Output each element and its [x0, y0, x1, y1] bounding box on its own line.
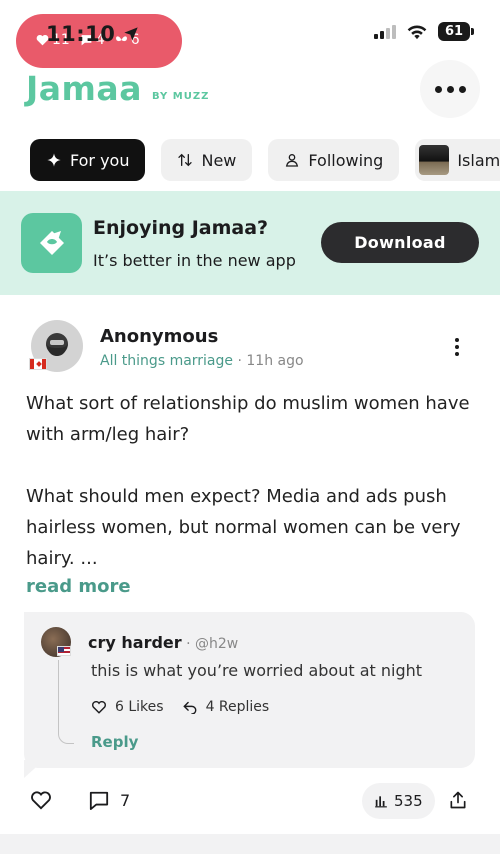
- reply-button[interactable]: Reply: [91, 733, 138, 751]
- post-category[interactable]: All things marriage: [100, 353, 233, 369]
- bar-chart-icon: [375, 796, 387, 808]
- reply-stats: 6 Likes 4 Replies: [91, 699, 269, 715]
- dot-icon: [458, 85, 466, 93]
- system-icons: 61: [374, 22, 474, 41]
- reply-arrow-icon: [182, 701, 196, 714]
- location-arrow-icon: [124, 27, 138, 41]
- reply-handle: @h2w: [195, 636, 239, 652]
- view-count: 535: [394, 792, 423, 810]
- tab-new[interactable]: New: [161, 139, 253, 181]
- feed-tabs: For you New Following Islam: [30, 139, 500, 181]
- reply-author[interactable]: cry harder · @h2w: [88, 633, 238, 652]
- reply-likes[interactable]: 6 Likes: [91, 699, 164, 715]
- like-button[interactable]: [30, 790, 52, 810]
- post-body[interactable]: What sort of relationship do muslim wome…: [26, 388, 476, 574]
- dot-icon: [455, 338, 459, 342]
- brand-name: Jamaa: [26, 69, 142, 108]
- post-actions: 7 535: [30, 783, 470, 819]
- wifi-icon: [407, 24, 427, 39]
- app-promo-banner: Enjoying Jamaa? It’s better in the new a…: [0, 191, 500, 295]
- dot-icon: [434, 85, 442, 93]
- post-paragraph: What should men expect? Media and ads pu…: [26, 486, 461, 569]
- brand-sub: BY MUZZ: [151, 91, 210, 102]
- post-menu-button[interactable]: [455, 338, 459, 356]
- banner-title: Enjoying Jamaa?: [93, 217, 269, 239]
- us-flag-icon: [57, 646, 71, 656]
- avatar[interactable]: [29, 320, 83, 372]
- share-button[interactable]: [448, 790, 468, 810]
- post-paragraph: What sort of relationship do muslim wome…: [26, 393, 470, 445]
- tab-for-you[interactable]: For you: [30, 139, 146, 181]
- dot-icon: [446, 85, 454, 93]
- read-more-link[interactable]: read more: [26, 576, 131, 597]
- clock: 11:10: [46, 22, 139, 46]
- battery-indicator: 61: [438, 22, 474, 41]
- post-author[interactable]: Anonymous: [100, 326, 218, 347]
- share-icon: [450, 791, 466, 809]
- kaaba-thumbnail: [419, 145, 450, 175]
- jamaa-app-icon: [21, 213, 82, 273]
- comment-outline-icon: [89, 791, 109, 810]
- post-meta: All things marriage · 11h ago: [100, 353, 304, 369]
- signal-icon: [374, 24, 396, 39]
- heart-outline-icon: [92, 700, 106, 714]
- canada-flag-icon: [29, 358, 47, 370]
- thread-line: [58, 660, 74, 744]
- heart-outline-icon: [31, 791, 51, 810]
- comment-count: 7: [120, 790, 131, 810]
- status-bar: 11 4 6 11:10 61: [0, 0, 500, 68]
- tab-following[interactable]: Following: [268, 139, 400, 181]
- more-options-button[interactable]: [420, 60, 480, 118]
- post-time: 11h ago: [246, 353, 304, 369]
- app-logo: Jamaa BY MUZZ: [26, 72, 209, 105]
- comment-button[interactable]: 7: [88, 790, 130, 810]
- person-icon: [286, 154, 299, 167]
- banner-subtitle: It’s better in the new app: [93, 251, 296, 270]
- feed-separator: [0, 834, 500, 854]
- download-button[interactable]: Download: [321, 222, 479, 263]
- tab-islam[interactable]: Islam: [415, 139, 500, 181]
- reply-text: this is what you’re worried about at nig…: [91, 661, 423, 680]
- sparkle-icon: [47, 153, 61, 167]
- reply-replies[interactable]: 4 Replies: [182, 699, 269, 715]
- sort-icon: [178, 153, 193, 167]
- dot-icon: [455, 352, 459, 356]
- dot-icon: [455, 345, 459, 349]
- views-badge[interactable]: 535: [362, 783, 435, 819]
